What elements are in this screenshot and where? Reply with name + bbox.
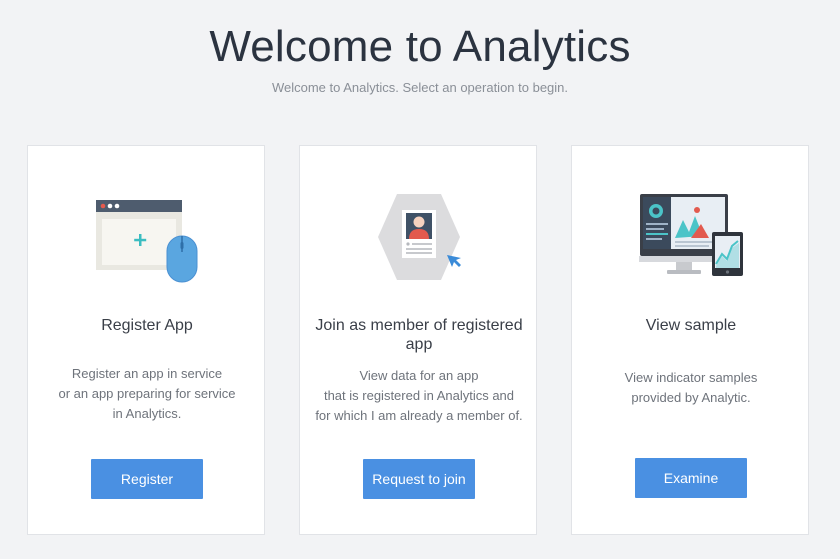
join-member-card: Join as member of registered app View da… bbox=[299, 145, 537, 535]
page-subtitle: Welcome to Analytics. Select an operatio… bbox=[271, 80, 569, 95]
card-title: Register App bbox=[101, 317, 193, 334]
card-description: View indicator samples provided by Analy… bbox=[624, 370, 758, 405]
examine-button[interactable]: Examine bbox=[635, 458, 747, 498]
card-description: Register an app in service or an app pre… bbox=[58, 366, 236, 421]
register-button[interactable]: Register bbox=[91, 459, 203, 499]
view-sample-card: View sample View indicator samples provi… bbox=[571, 145, 809, 535]
register-app-card: Register App Register an app in service … bbox=[27, 145, 265, 535]
browser-window-add-icon bbox=[96, 200, 198, 283]
dashboard-devices-icon bbox=[639, 194, 743, 276]
card-description: View data for an app that is registered … bbox=[315, 368, 523, 423]
card-title: Join as member of registered app bbox=[315, 317, 523, 353]
request-to-join-button[interactable]: Request to join bbox=[363, 459, 475, 499]
page-title: Welcome to Analytics bbox=[209, 22, 631, 71]
card-title: View sample bbox=[645, 317, 737, 334]
member-profile-icon bbox=[378, 194, 461, 280]
